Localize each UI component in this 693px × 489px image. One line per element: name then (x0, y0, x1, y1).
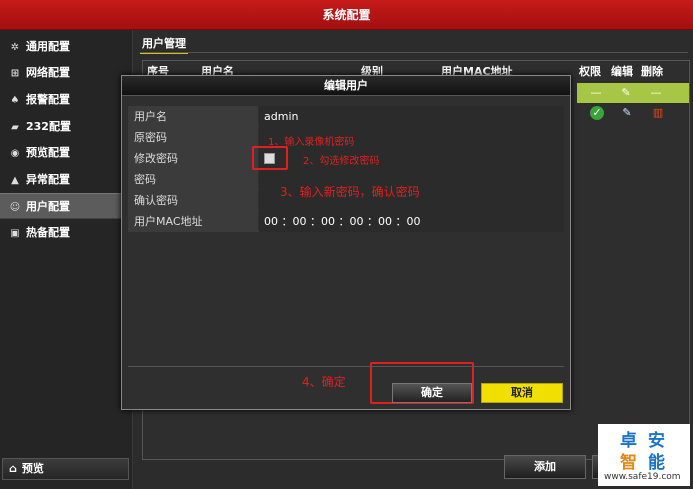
field-row-username: 用户名 admin (128, 106, 564, 127)
dash-icon: — (650, 86, 662, 99)
section-divider (140, 52, 688, 53)
column-header-permission: 权限 (579, 65, 601, 78)
sidebar-item-label: 预览配置 (26, 146, 70, 159)
field-label: 用户MAC地址 (128, 211, 258, 232)
mac-address-field[interactable]: 00 ：00 ：00 ：00 ：00 ：00 (259, 211, 564, 232)
edit-icon[interactable]: ✎ (619, 86, 633, 100)
preview-button[interactable]: ⌂ 预览 (2, 458, 129, 480)
check-icon[interactable]: ✓ (590, 106, 604, 120)
sidebar-item-label: 网络配置 (26, 66, 70, 79)
ok-button[interactable]: 确定 (392, 383, 472, 403)
annotation-step2: 2、勾选修改密码 (303, 156, 380, 167)
field-row-mac: 用户MAC地址 00 ：00 ：00 ：00 ：00 ：00 (128, 211, 564, 232)
alarm-icon: ♠ (10, 95, 20, 106)
sidebar-item-label: 232配置 (26, 120, 71, 133)
dialog-divider (128, 366, 564, 367)
sidebar-item-label: 报警配置 (26, 93, 70, 106)
users-icon: ☺ (9, 202, 21, 213)
cancel-button[interactable]: 取消 (481, 383, 563, 403)
annotation-step4: 4、确定 (302, 375, 346, 389)
sidebar: ✲ 通用配置 ⊞ 网络配置 ♠ 报警配置 ▰ 232配置 ◉ 预览配置 ▲ 异常配置 ☺ 用户… (0, 30, 133, 489)
dialog-title: 编辑用户 (122, 76, 570, 96)
sidebar-item-label: 通用配置 (26, 40, 70, 53)
watermark-char: 能 (648, 453, 665, 473)
sidebar-item-exception[interactable]: ▲ 异常配置 (0, 167, 133, 193)
watermark-logo: 卓 安 智 能 www.safe19.com (598, 424, 690, 486)
sidebar-item-general[interactable]: ✲ 通用配置 (0, 34, 133, 60)
watermark-char: 智 (620, 453, 637, 473)
column-header-delete: 删除 (641, 65, 663, 78)
eye-icon: ◉ (10, 148, 20, 159)
column-header-edit: 编辑 (611, 65, 633, 78)
edit-icon[interactable]: ✎ (620, 106, 634, 120)
highlight-checkbox-box (252, 146, 288, 170)
trash-icon[interactable]: ▥ (651, 106, 665, 120)
network-icon: ⊞ (10, 68, 20, 79)
edit-user-dialog: 编辑用户 用户名 admin 原密码 修改密码 密码 确认密码 用户MAC地址 … (121, 75, 571, 410)
watermark-url: www.safe19.com (604, 472, 681, 482)
sidebar-item-label: 用户配置 (26, 200, 70, 213)
backup-icon: ▣ (10, 228, 20, 239)
sidebar-item-alarm[interactable]: ♠ 报警配置 (0, 87, 133, 113)
sidebar-item-network[interactable]: ⊞ 网络配置 (0, 60, 133, 86)
add-user-button[interactable]: 添加 (504, 455, 586, 479)
field-label: 原密码 (128, 127, 258, 148)
table-row-selected[interactable]: — ✎ — (577, 83, 689, 103)
sidebar-item-preview[interactable]: ◉ 预览配置 (0, 140, 133, 166)
field-label: 用户名 (128, 106, 258, 127)
sidebar-item-232[interactable]: ▰ 232配置 (0, 114, 133, 140)
sidebar-item-label: 热备配置 (26, 226, 70, 239)
annotation-step3: 3、输入新密码，确认密码 (280, 185, 420, 199)
field-label: 修改密码 (128, 148, 258, 169)
system-config-window: 系统配置 ✲ 通用配置 ⊞ 网络配置 ♠ 报警配置 ▰ 232配置 ◉ 预览配置 ▲ 异常配… (0, 0, 693, 489)
serial-icon: ▰ (11, 122, 19, 133)
username-field[interactable]: admin (259, 106, 564, 127)
sidebar-item-user[interactable]: ☺ 用户配置 (0, 193, 133, 219)
home-icon: ⌂ (9, 462, 17, 475)
window-title: 系统配置 (0, 0, 693, 30)
sidebar-item-label: 异常配置 (26, 173, 70, 186)
field-label: 密码 (128, 169, 258, 190)
dash-icon: — (590, 86, 602, 99)
preview-label: 预览 (21, 462, 44, 475)
warning-icon: ▲ (11, 175, 19, 186)
sidebar-item-hotstandby[interactable]: ▣ 热备配置 (0, 220, 133, 246)
field-label: 确认密码 (128, 190, 258, 211)
gear-icon: ✲ (10, 42, 20, 53)
